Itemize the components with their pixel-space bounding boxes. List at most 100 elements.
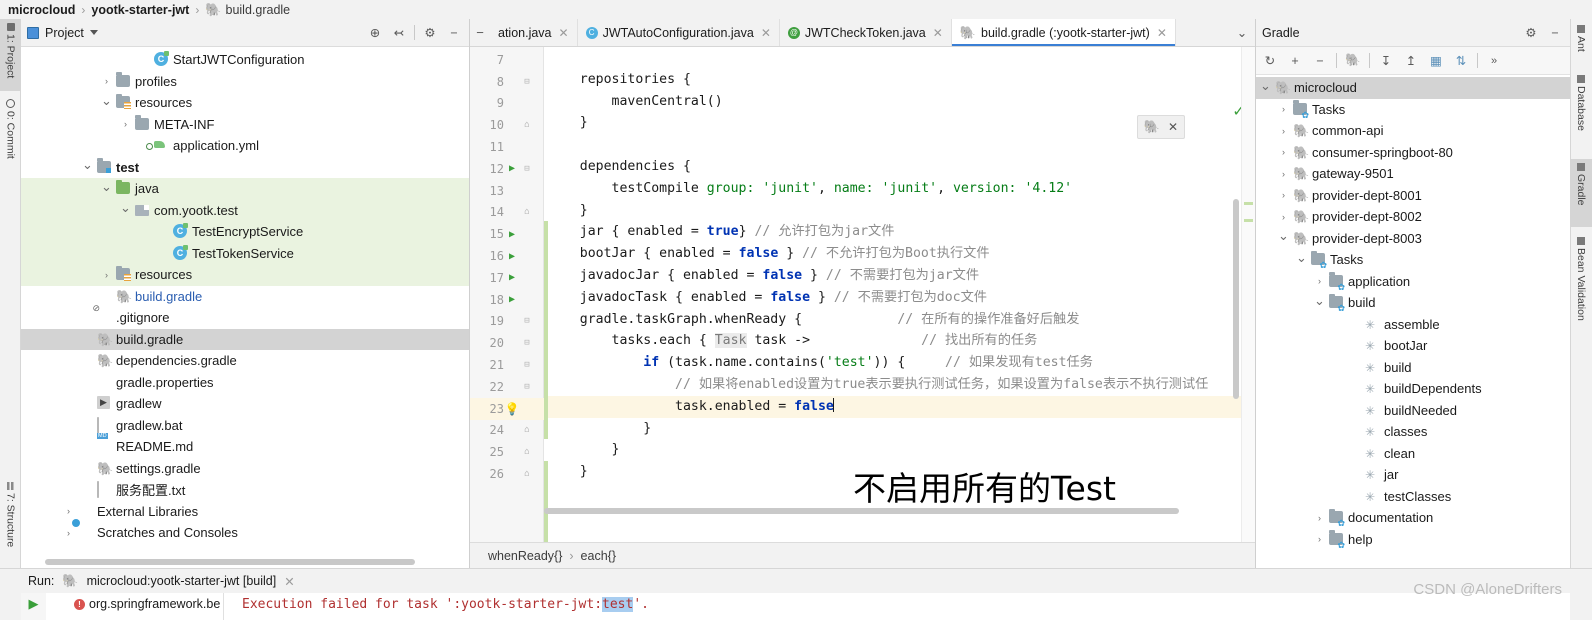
code-line[interactable]: // 如果将enabled设置为true表示要执行测试任务，如果设置为false…	[548, 374, 1255, 396]
gutter-line[interactable]: 20 ⊟	[470, 332, 544, 354]
toggle-offline-icon[interactable]: ⇅	[1452, 52, 1470, 70]
gutter-line[interactable]: 25 ⌂	[470, 441, 544, 463]
minimize-icon[interactable]: −	[445, 24, 463, 42]
tasks-view-icon[interactable]: ▦	[1427, 52, 1445, 70]
tree-row[interactable]: ✳ build	[1256, 357, 1570, 379]
gutter-line[interactable]: 23 💡	[470, 397, 544, 420]
chevron-right-icon[interactable]: ›	[1314, 513, 1325, 523]
tree-row[interactable]: ⌄ test	[21, 157, 469, 179]
gutter-line[interactable]: 8 ⊟	[470, 71, 544, 93]
fold-marker[interactable]: ⊟	[520, 316, 534, 326]
editor-body[interactable]: 7 8 ⊟ 9 10 ⌂ 11 12 ▶ ⊟ 13 14 ⌂ 15 ▶ 16 ▶ 17 ▶ 18 ▶ 19 ⊟ 20 ⊟ 21 ⊟ 2…	[470, 47, 1255, 542]
breadcrumb-file[interactable]: build.gradle	[226, 3, 291, 17]
tree-row[interactable]: .gitignore	[21, 307, 469, 329]
fold-marker[interactable]: ⌂	[520, 207, 534, 217]
collapse-all-icon[interactable]: ↢	[390, 24, 408, 42]
target-icon[interactable]: ⊕	[366, 24, 384, 42]
tree-row[interactable]: ✳ bootJar	[1256, 335, 1570, 357]
chevron-right-icon[interactable]: ›	[1278, 147, 1289, 157]
run-gutter-icon[interactable]: ▶	[504, 294, 520, 305]
tree-row[interactable]: 🐘 settings.gradle	[21, 458, 469, 480]
tree-row[interactable]: › 🐘 gateway-9501	[1256, 163, 1570, 185]
chevron-down-icon[interactable]: ⌄	[1233, 24, 1251, 42]
chevron-right-icon[interactable]: ›	[1314, 534, 1325, 544]
sidebar-tab-bean-validation[interactable]: Bean Validation	[1570, 233, 1592, 351]
fold-marker[interactable]: ⊟	[520, 77, 534, 87]
add-icon[interactable]: +	[1286, 52, 1304, 70]
fold-marker[interactable]: ⌂	[520, 120, 534, 130]
gutter-line[interactable]: 19 ⊟	[470, 311, 544, 333]
editor-tabs-overflow-left-icon[interactable]: −	[470, 19, 490, 46]
tree-row[interactable]: › help	[1256, 529, 1570, 551]
close-icon[interactable]: ✕	[1157, 26, 1167, 40]
editor-hscrollbar[interactable]	[544, 508, 1179, 514]
tree-row[interactable]: ⌄ 🐘 provider-dept-8003	[1256, 228, 1570, 250]
gutter-line[interactable]: 18 ▶	[470, 289, 544, 311]
minimize-icon[interactable]: −	[1546, 24, 1564, 42]
gradle-tree[interactable]: ⌄🐘microcloud›Tasks›🐘common-api›🐘consumer…	[1256, 75, 1570, 568]
tree-row[interactable]: application.yml	[21, 135, 469, 157]
remove-icon[interactable]: −	[1311, 52, 1329, 70]
run-tree-row[interactable]: ! org.springframework.be	[46, 595, 223, 613]
gutter-line[interactable]: 13	[470, 180, 544, 202]
close-icon[interactable]: ✕	[761, 26, 771, 40]
chevron-down-icon[interactable]: ⌄	[120, 200, 131, 216]
code-line[interactable]: }	[548, 439, 1255, 461]
gutter-line[interactable]: 14 ⌂	[470, 202, 544, 224]
tree-row[interactable]: 🐘 build.gradle	[21, 328, 469, 350]
chevron-right-icon[interactable]: ›	[63, 506, 74, 516]
gutter-line[interactable]: 16 ▶	[470, 245, 544, 267]
tree-row[interactable]: gradlew.bat	[21, 415, 469, 437]
run-tree[interactable]: ! org.springframework.be	[46, 593, 224, 620]
tree-row[interactable]: README.md	[21, 436, 469, 458]
fold-marker[interactable]: ⌂	[520, 469, 534, 479]
editor-vscrollbar[interactable]	[1233, 199, 1239, 399]
tree-row[interactable]: 🐘 dependencies.gradle	[21, 350, 469, 372]
tree-row[interactable]: C TestTokenService	[21, 242, 469, 264]
chevron-down-icon[interactable]: ⌄	[1260, 78, 1271, 94]
gutter-line[interactable]: 15 ▶	[470, 223, 544, 245]
tree-row[interactable]: ⌄ com.yootk.test	[21, 199, 469, 221]
code-line[interactable]: jar { enabled = true} // 允许打包为jar文件	[548, 221, 1255, 243]
tree-row[interactable]: ⌄ java	[21, 178, 469, 200]
expand-all-icon[interactable]: ↧	[1377, 52, 1395, 70]
code-line[interactable]: task.enabled = false	[548, 395, 1255, 418]
chevron-down-icon[interactable]: ⌄	[101, 179, 112, 195]
tree-row[interactable]: › Tasks	[1256, 99, 1570, 121]
tree-row[interactable]: › 🐘 consumer-springboot-80	[1256, 142, 1570, 164]
code-line[interactable]: if (task.name.contains('test')) { // 如果发…	[548, 352, 1255, 374]
editor-tab-bar[interactable]: − ation.java ✕ C JWTAutoConfiguration.java ✕…	[470, 19, 1255, 47]
chevron-right-icon[interactable]: ›	[1278, 169, 1289, 179]
code-line[interactable]: }	[548, 418, 1255, 440]
tree-row[interactable]: › documentation	[1256, 507, 1570, 529]
close-icon[interactable]: ✕	[933, 26, 943, 40]
chevron-down-icon[interactable]: ⌄	[101, 93, 112, 109]
gradle-reimport-widget[interactable]: 🐘 ✕	[1136, 115, 1185, 139]
gutter-line[interactable]: 7	[470, 49, 544, 71]
code-line[interactable]: mavenCentral()	[548, 91, 1255, 113]
fold-marker[interactable]: ⊟	[520, 360, 534, 370]
code-line[interactable]: tasks.each { Task task -> // 找出所有的任务	[548, 330, 1255, 352]
tree-row[interactable]: C TestEncryptService	[21, 221, 469, 243]
sidebar-tab-database[interactable]: Database	[1570, 71, 1592, 153]
gutter-line[interactable]: 17 ▶	[470, 267, 544, 289]
gutter-line[interactable]: 12 ▶ ⊟	[470, 158, 544, 180]
code-line[interactable]: javadocTask { enabled = false } // 不需要打包…	[548, 287, 1255, 309]
sidebar-tab-structure[interactable]: 7: Structure	[0, 478, 21, 564]
collapse-all-icon[interactable]: ↥	[1402, 52, 1420, 70]
project-tree[interactable]: C StartJWTConfiguration › profiles ⌄ resource…	[21, 47, 469, 568]
tree-row[interactable]: ✳ jar	[1256, 464, 1570, 486]
chevron-down-icon[interactable]: ⌄	[1278, 228, 1289, 244]
gear-icon[interactable]: ⚙	[1522, 24, 1540, 42]
editor-tab[interactable]: C JWTAutoConfiguration.java ✕	[578, 19, 780, 46]
run-gutter-icon[interactable]: ▶	[504, 229, 520, 240]
fold-marker[interactable]: ⌂	[520, 447, 534, 457]
tree-row[interactable]: ⌄ resources	[21, 92, 469, 114]
gradle-elephant-icon[interactable]: 🐘	[1344, 52, 1362, 70]
tree-row[interactable]: › Scratches and Consoles	[21, 522, 469, 544]
code-line[interactable]: testCompile group: 'junit', name: 'junit…	[548, 178, 1255, 200]
more-icon[interactable]: »	[1485, 52, 1503, 70]
editor-tab[interactable]: @ JWTCheckToken.java ✕	[780, 19, 952, 46]
fold-marker[interactable]: ⌂	[520, 425, 534, 435]
chevron-down-icon[interactable]: ⌄	[1296, 250, 1307, 266]
